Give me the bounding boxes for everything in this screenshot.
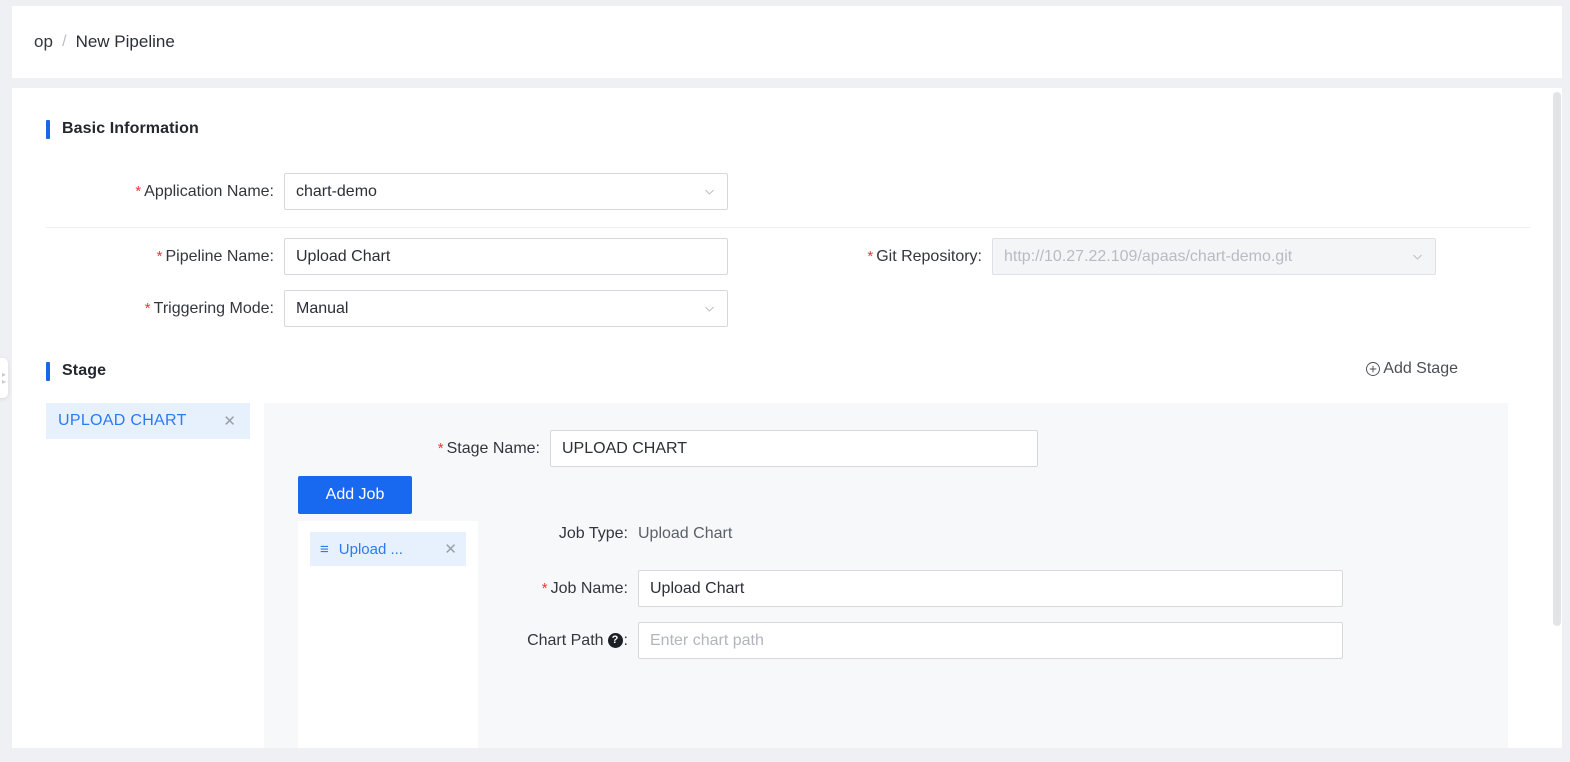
chevron-down-icon [703,185,716,198]
close-icon[interactable]: ✕ [223,414,236,429]
vertical-scrollbar[interactable] [1552,88,1562,748]
application-name-value: chart-demo [296,182,377,200]
required-asterisk: * [867,247,874,265]
chevron-down-icon [1411,250,1424,263]
required-asterisk: * [156,247,163,265]
section-accent-bar [46,361,50,381]
stage-name-input[interactable]: UPLOAD CHART [550,430,1038,467]
git-repository-value: http://10.27.22.109/apaas/chart-demo.git [1004,247,1293,265]
chart-path-placeholder: Enter chart path [650,631,764,649]
job-name-input[interactable]: Upload Chart [638,570,1343,607]
breadcrumb: op / New Pipeline [34,32,175,52]
field-row-pipeline-name: * Pipeline Name: Upload Chart [12,238,728,275]
scrollbar-thumb[interactable] [1553,92,1561,626]
stage-detail-panel: * Stage Name: UPLOAD CHART Add Job ≡ Uplo… [264,403,1508,748]
stage-tab-label: UPLOAD CHART [58,412,187,429]
add-stage-label: Add Stage [1383,360,1458,377]
pipeline-name-label: * Pipeline Name: [156,247,274,265]
triggering-mode-label: * Triggering Mode: [144,299,274,317]
form-divider [46,227,1530,228]
required-asterisk: * [437,439,444,457]
breadcrumb-item-root[interactable]: op [34,32,53,52]
stage-header: Stage [46,360,106,382]
add-job-button[interactable]: Add Job [298,476,412,514]
breadcrumb-bar: op / New Pipeline [12,6,1562,78]
app-root: op / New Pipeline Basic Information * App… [0,0,1570,762]
breadcrumb-separator: / [62,33,67,50]
required-asterisk: * [144,299,151,317]
pipeline-form-card: Basic Information * Application Name: cha… [12,88,1562,748]
required-asterisk: * [541,579,548,597]
stage-name-value: UPLOAD CHART [562,439,688,457]
triggering-mode-value: Manual [296,299,349,317]
field-row-application-name: * Application Name: chart-demo [12,173,728,210]
pipeline-name-input[interactable]: Upload Chart [284,238,728,275]
application-name-select[interactable]: chart-demo [284,173,728,210]
drag-handle-icon[interactable]: ≡ [320,542,329,557]
add-stage-button[interactable]: Add Stage [1365,360,1458,378]
help-circle-icon[interactable]: ? [607,633,623,648]
chart-path-label: Chart Path ? : [527,631,628,649]
field-row-job-name: * Job Name: Upload Chart [264,570,1343,607]
job-name-value: Upload Chart [650,579,745,597]
basic-information-header: Basic Information [46,118,199,140]
application-name-label: * Application Name: [135,182,274,200]
stage-name-label: * Stage Name: [437,439,540,457]
chart-path-input[interactable]: Enter chart path [638,622,1343,659]
stage-tab-list: UPLOAD CHART ✕ [46,403,250,748]
sidebar-collapse-handle[interactable]: ▸ ▸ [0,358,8,398]
required-asterisk: * [135,182,142,200]
section-accent-bar [46,119,50,139]
chevron-down-icon [703,302,716,315]
job-type-value: Upload Chart [638,525,733,542]
field-row-git-repository: * Git Repository: http://10.27.22.109/apa… [764,238,1436,275]
collapse-handle-icon: ▸ ▸ [1,370,6,386]
git-repository-label: * Git Repository: [867,247,982,265]
field-row-stage-name: * Stage Name: UPLOAD CHART [264,430,1038,467]
pipeline-name-value: Upload Chart [296,247,391,265]
git-repository-select[interactable]: http://10.27.22.109/apaas/chart-demo.git [992,238,1436,275]
stage-tab-upload-chart[interactable]: UPLOAD CHART ✕ [46,403,250,439]
add-job-label: Add Job [325,486,385,503]
circle-plus-icon [1365,361,1381,377]
section-title: Basic Information [62,120,199,137]
field-row-job-type: Job Type: Upload Chart [264,525,732,543]
breadcrumb-item-current: New Pipeline [75,32,175,51]
job-name-label: * Job Name: [541,579,628,597]
triggering-mode-select[interactable]: Manual [284,290,728,327]
field-row-triggering-mode: * Triggering Mode: Manual [12,290,728,327]
close-icon[interactable]: ✕ [444,542,457,557]
field-row-chart-path: Chart Path ? : Enter chart path [264,622,1343,659]
stage-section-title: Stage [62,362,107,379]
job-type-label: Job Type: [558,525,628,542]
job-item-label: Upload ... [338,540,403,558]
